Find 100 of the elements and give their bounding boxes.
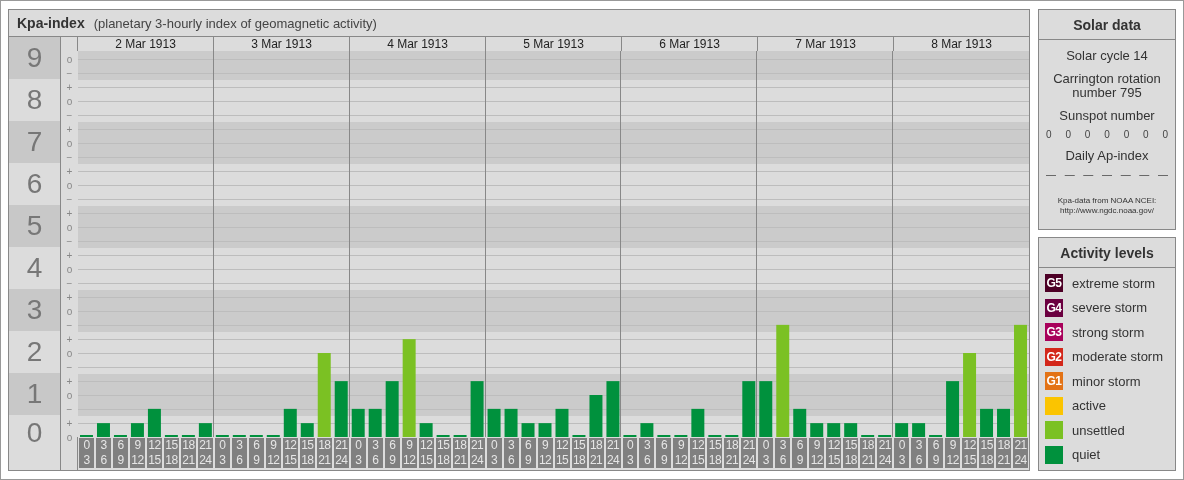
time-slot-label: 9 12 bbox=[673, 438, 689, 468]
kp-bar bbox=[97, 423, 110, 437]
chart-subtitle: (planetary 3-hourly index of geomagnetic activity) bbox=[93, 15, 377, 31]
time-slot-label: 0 3 bbox=[350, 438, 366, 468]
sunspot-value: 0 bbox=[1143, 129, 1149, 140]
time-slot-label: 6 9 bbox=[384, 438, 400, 468]
kp-bar bbox=[385, 381, 399, 437]
y-axis-label: 9 bbox=[26, 42, 43, 74]
sunspot-value: 0 bbox=[1065, 129, 1071, 140]
time-slot-label: 15 18 bbox=[843, 438, 859, 468]
y-axis-label: 8 bbox=[26, 84, 43, 116]
y-tick-mark: o bbox=[66, 96, 73, 107]
y-axis-label: 5 bbox=[26, 210, 43, 242]
time-slot-label: 15 18 bbox=[707, 438, 723, 468]
ap-index-value: — bbox=[1046, 169, 1056, 180]
time-slot-label: 18 21 bbox=[724, 438, 740, 468]
time-slot-label: 9 12 bbox=[129, 438, 145, 468]
y-tick-mark: − bbox=[66, 404, 73, 415]
kp-bar bbox=[470, 381, 484, 437]
sunspot-value: 0 bbox=[1084, 129, 1091, 140]
ap-index-title: Daily Ap-index bbox=[1064, 149, 1150, 163]
y-tick-mark: − bbox=[66, 194, 73, 205]
time-slot-label: 18 21 bbox=[588, 438, 604, 468]
time-slot-label: 9 12 bbox=[537, 438, 553, 468]
kp-bar bbox=[912, 423, 926, 437]
y-tick-mark: o bbox=[66, 222, 73, 233]
kp-bar bbox=[759, 381, 773, 437]
legend-label: moderate storm bbox=[1072, 349, 1164, 365]
y-axis-label: 6 bbox=[26, 168, 43, 200]
y-axis-label: 2 bbox=[26, 336, 43, 368]
y-tick-mark: + bbox=[66, 334, 73, 345]
time-slot-label: 3 6 bbox=[231, 438, 247, 468]
y-tick-mark: + bbox=[66, 250, 73, 261]
y-tick-mark: − bbox=[66, 320, 73, 331]
kp-bar bbox=[980, 408, 994, 437]
level-badge: G5 bbox=[1045, 274, 1063, 293]
sunspot-value: 0 bbox=[1104, 129, 1110, 140]
y-tick-mark: o bbox=[66, 306, 73, 317]
kp-bar bbox=[521, 423, 535, 437]
carrington-text: Carrington rotation number 795 bbox=[1052, 72, 1162, 100]
time-slot-label: 9 12 bbox=[945, 438, 961, 468]
time-slot-label: 9 12 bbox=[265, 438, 281, 468]
time-slot-label: 15 18 bbox=[435, 438, 451, 468]
time-slot-label: 9 12 bbox=[401, 438, 417, 468]
y-tick-mark: − bbox=[66, 68, 73, 79]
time-slot-label: 12 15 bbox=[418, 438, 434, 468]
time-slot-label: 15 18 bbox=[299, 438, 315, 468]
time-slot-label: 15 18 bbox=[979, 438, 995, 468]
legend-label: unsettled bbox=[1072, 422, 1125, 438]
y-tick-mark: − bbox=[66, 110, 73, 121]
kp-bar bbox=[606, 381, 620, 437]
time-slot-label: 18 21 bbox=[860, 438, 876, 468]
time-slot-label: 18 21 bbox=[316, 438, 332, 468]
y-tick-mark: − bbox=[66, 236, 73, 247]
y-axis-label: 0 bbox=[26, 417, 43, 449]
y-tick-mark: + bbox=[66, 82, 73, 93]
time-slot-label: 3 6 bbox=[96, 438, 111, 468]
time-slot-label: 12 15 bbox=[554, 438, 570, 468]
time-slot-label: 6 9 bbox=[928, 438, 944, 468]
y-tick-mark: − bbox=[66, 278, 73, 289]
time-slot-label: 21 24 bbox=[469, 438, 485, 468]
time-slot-label: 3 6 bbox=[503, 438, 519, 468]
level-badge: G1 bbox=[1045, 372, 1063, 391]
kp-bar bbox=[640, 423, 654, 437]
time-slot-label: 0 3 bbox=[214, 438, 230, 468]
kp-bar bbox=[538, 423, 552, 437]
kp-bar bbox=[793, 408, 807, 437]
time-slot-label: 6 9 bbox=[112, 438, 128, 468]
level-badge: G2 bbox=[1045, 347, 1063, 366]
time-slot-label: 12 15 bbox=[962, 438, 978, 468]
ap-index-value: — bbox=[1101, 169, 1112, 180]
ap-index-value: — bbox=[1157, 169, 1168, 180]
legend-label: minor storm bbox=[1072, 373, 1141, 389]
panel-title: Solar data bbox=[1039, 10, 1175, 40]
solar-cycle-text: Solar cycle 14 bbox=[1065, 49, 1149, 63]
panel-title: Activity levels bbox=[1039, 238, 1175, 268]
time-slot-label: 0 3 bbox=[622, 438, 638, 468]
kp-bar bbox=[810, 423, 824, 437]
y-axis-label: 7 bbox=[26, 126, 43, 158]
kp-bar bbox=[691, 408, 705, 437]
y-axis-label: 3 bbox=[26, 294, 43, 326]
sunspot-value: 0 bbox=[1123, 129, 1130, 140]
level-badge: G4 bbox=[1045, 298, 1063, 317]
time-slot-label: 0 3 bbox=[79, 438, 94, 468]
kp-bar bbox=[198, 423, 212, 437]
chart-title: Kpa-index bbox=[17, 15, 85, 31]
legend-label: extreme storm bbox=[1072, 275, 1156, 291]
kp-bar bbox=[946, 381, 960, 437]
time-slot-label: 3 6 bbox=[639, 438, 655, 468]
y-tick-mark: o bbox=[66, 138, 73, 149]
y-tick-mark: − bbox=[66, 152, 73, 163]
time-slot-label: 21 24 bbox=[1013, 438, 1029, 468]
kp-bar bbox=[827, 423, 841, 437]
time-slot-label: 6 9 bbox=[248, 438, 264, 468]
time-slot-label: 21 24 bbox=[741, 438, 757, 468]
y-tick-mark: o bbox=[66, 54, 73, 65]
kp-bar bbox=[844, 423, 858, 437]
y-tick-mark: + bbox=[66, 292, 73, 303]
sunspot-value: 0 bbox=[1162, 129, 1168, 140]
legend-label: strong storm bbox=[1072, 324, 1145, 340]
